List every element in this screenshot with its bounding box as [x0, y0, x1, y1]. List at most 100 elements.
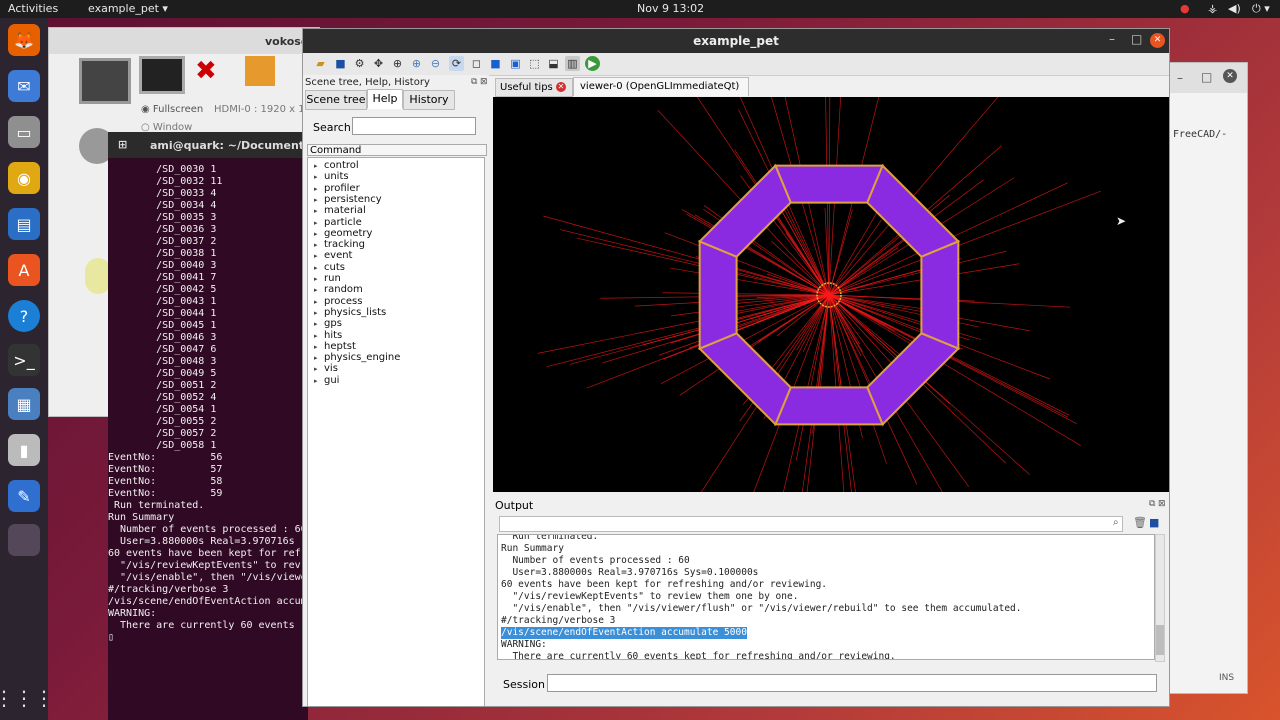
command-item[interactable]: ▸ run: [314, 273, 341, 285]
solid-icon[interactable]: ■: [488, 56, 503, 71]
remote-desktop-icon[interactable]: ▦: [8, 388, 40, 420]
rhythmbox-icon[interactable]: ◉: [8, 162, 40, 194]
open-icon[interactable]: ▰: [313, 56, 328, 71]
close-button[interactable]: ✕: [1150, 33, 1165, 48]
target-icon[interactable]: ⊕: [390, 56, 405, 71]
shaded-icon[interactable]: ▣: [508, 56, 523, 71]
output-text[interactable]: Run terminated. Run Summary Number of eve…: [497, 534, 1155, 660]
no-record-icon[interactable]: ✖: [195, 56, 225, 86]
vokoscreen-titlebar[interactable]: vokoscre: [49, 28, 320, 54]
firefox-icon[interactable]: 🦊: [8, 24, 40, 56]
software-icon[interactable]: A: [8, 254, 40, 286]
command-item[interactable]: ▸ particle: [314, 217, 362, 229]
tab-help[interactable]: Help: [367, 89, 403, 109]
hidden-line-icon[interactable]: ▥: [565, 56, 580, 71]
command-item[interactable]: ▸ profiler: [314, 183, 360, 195]
dock-close-icon[interactable]: ⊠: [480, 77, 488, 87]
command-item[interactable]: ▸ physics_engine: [314, 352, 400, 364]
record-icon[interactable]: ●: [1180, 2, 1190, 15]
command-item[interactable]: ▸ physics_lists: [314, 307, 386, 319]
activities-button[interactable]: Activities: [8, 2, 58, 15]
move-icon[interactable]: ✥: [371, 56, 386, 71]
new-tab-icon[interactable]: ⊞: [118, 138, 127, 151]
command-item[interactable]: ▸ tracking: [314, 239, 365, 251]
network-icon[interactable]: ⚶: [1208, 2, 1217, 15]
command-item[interactable]: ▸ random: [314, 284, 363, 296]
command-item[interactable]: ▸ cuts: [314, 262, 345, 274]
terminal-window[interactable]: ⊞ ami@quark: ~/Documents/codes /SD_0030 …: [108, 132, 308, 720]
active-app-icon[interactable]: [8, 524, 40, 556]
opengl-viewer[interactable]: ➤: [493, 97, 1169, 492]
app-menu[interactable]: example_pet ▾: [88, 2, 168, 15]
terminal-line: EventNo: 56: [108, 452, 223, 463]
command-item[interactable]: ▸ material: [314, 205, 366, 217]
usb-icon[interactable]: ▮: [8, 434, 40, 466]
maximize-button[interactable]: □: [1201, 70, 1212, 84]
output-scrollbar[interactable]: [1155, 534, 1165, 662]
expand-arrow-icon[interactable]: ▸: [314, 376, 324, 387]
terminal-line: ▯: [108, 632, 115, 643]
tree-header[interactable]: Command: [307, 144, 487, 156]
example-pet-window[interactable]: example_pet – □ ✕ ▰ ■ ⚙ ✥ ⊕ ⊕ ⊖ ⟳ ◻ ■ ▣ …: [302, 28, 1170, 707]
command-item[interactable]: ▸ hits: [314, 330, 342, 342]
command-item[interactable]: ▸ units: [314, 171, 349, 183]
files-icon[interactable]: ▭: [8, 116, 40, 148]
command-item[interactable]: ▸ geometry: [314, 228, 372, 240]
command-item[interactable]: ▸ control: [314, 160, 359, 172]
session-input[interactable]: [547, 674, 1157, 692]
save-icon[interactable]: ■: [333, 56, 348, 71]
save-output-icon[interactable]: ■: [1149, 516, 1159, 529]
rotate-icon[interactable]: ⟳: [449, 56, 464, 71]
settings-icon[interactable]: ⚙: [352, 56, 367, 71]
tab-history[interactable]: History: [403, 90, 455, 110]
command-item[interactable]: ▸ event: [314, 250, 352, 262]
app-grid-icon[interactable]: ⋮⋮⋮: [0, 682, 54, 714]
volume-icon[interactable]: ◀): [1228, 2, 1241, 15]
command-tree[interactable]: ▸ control ▸ units ▸ profiler ▸ persistency ▸ mate…: [307, 157, 485, 706]
float-icon[interactable]: ⧉: [471, 77, 477, 87]
search-input[interactable]: [352, 117, 476, 135]
command-item[interactable]: ▸ vis: [314, 363, 338, 375]
minimize-button[interactable]: –: [1177, 71, 1183, 85]
writer-icon[interactable]: ▤: [8, 208, 40, 240]
clear-icon[interactable]: 🗑: [1133, 516, 1147, 529]
command-item[interactable]: ▸ heptst: [314, 341, 356, 353]
terminal-line: /SD_0037 2: [108, 236, 217, 247]
close-button[interactable]: ✕: [1223, 69, 1237, 83]
command-item[interactable]: ▸ process: [314, 296, 362, 308]
freecad-titlebar[interactable]: – □ ✕: [1169, 63, 1247, 93]
session-label: Session :: [503, 678, 553, 691]
wireframe-icon[interactable]: ◻: [469, 56, 484, 71]
freecad-window[interactable]: – □ ✕ FreeCAD/- INS: [1168, 62, 1248, 694]
output-filter-input[interactable]: [499, 516, 1123, 532]
detector-scene[interactable]: [493, 97, 1169, 492]
dock-close-icon[interactable]: ⊠: [1158, 499, 1166, 509]
tab-scene-tree[interactable]: Scene tree: [305, 90, 367, 110]
screen-icon[interactable]: [139, 56, 185, 94]
text-editor-icon[interactable]: ✎: [8, 480, 40, 512]
command-item[interactable]: ▸ persistency: [314, 194, 382, 206]
main-titlebar[interactable]: example_pet – □ ✕: [303, 29, 1169, 53]
help-icon[interactable]: ?: [8, 300, 40, 332]
command-item[interactable]: ▸ gui: [314, 375, 339, 387]
ortho-icon[interactable]: ⬓: [546, 56, 561, 71]
thunderbird-icon[interactable]: ✉: [8, 70, 40, 102]
terminal-icon[interactable]: >_: [8, 344, 40, 376]
terminal-titlebar[interactable]: ⊞ ami@quark: ~/Documents/codes: [108, 132, 308, 158]
close-tab-icon[interactable]: ✕: [555, 82, 566, 92]
audio-icon[interactable]: [245, 56, 275, 86]
minimize-button[interactable]: –: [1109, 32, 1115, 46]
perspective-icon[interactable]: ⬚: [527, 56, 542, 71]
fullscreen-option[interactable]: ◉ Fullscreen: [141, 104, 203, 115]
float-icon[interactable]: ⧉: [1149, 499, 1155, 509]
clock[interactable]: Nov 9 13:02: [637, 2, 704, 15]
zoom-out-icon[interactable]: ⊖: [428, 56, 443, 71]
monitor-icon[interactable]: [79, 58, 131, 104]
power-icon[interactable]: ⏻ ▾: [1252, 2, 1270, 16]
tab-viewer-0[interactable]: viewer-0 (OpenGLImmediateQt) ✕: [573, 77, 749, 109]
maximize-button[interactable]: □: [1131, 32, 1142, 46]
zoom-in-icon[interactable]: ⊕: [409, 56, 424, 71]
run-icon[interactable]: ▶: [585, 56, 600, 71]
tab-useful-tips[interactable]: Useful tips ✕: [495, 78, 573, 97]
command-item[interactable]: ▸ gps: [314, 318, 342, 330]
